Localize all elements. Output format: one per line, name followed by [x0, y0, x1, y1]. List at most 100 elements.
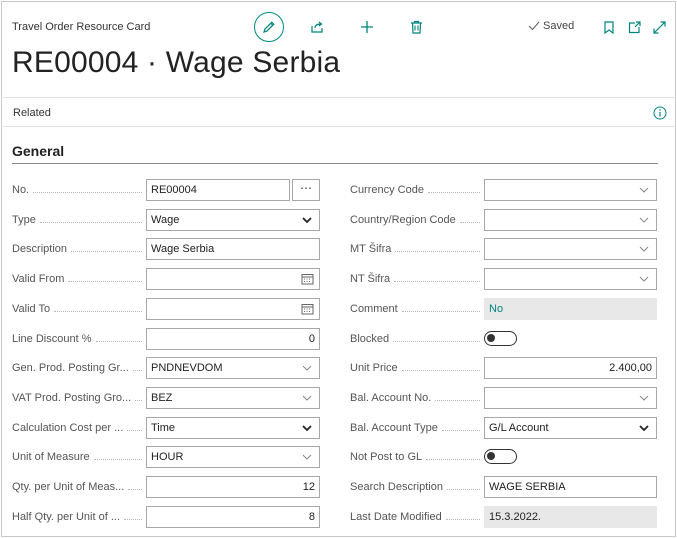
- field-label: Unit Price: [350, 357, 484, 379]
- plus-icon: [361, 21, 373, 33]
- chevron-down-icon: [302, 395, 312, 401]
- input-unit-of-measure[interactable]: HOUR: [146, 446, 320, 468]
- page-title: RE00004 · Wage Serbia: [12, 46, 341, 79]
- toggle-knob: [487, 334, 495, 342]
- input-valid-from[interactable]: [146, 268, 320, 290]
- field-country-region-code: Country/Region Code: [350, 209, 657, 231]
- toggle-not-post-to-gl[interactable]: [484, 449, 517, 464]
- related-bar[interactable]: Related: [3, 97, 676, 127]
- card-type-label: Travel Order Resource Card: [12, 21, 151, 33]
- input-mt-ifra[interactable]: [484, 238, 657, 260]
- field-not-post-to-gl: Not Post to GL: [350, 446, 657, 468]
- field-label: Calculation Cost per ...: [12, 417, 146, 439]
- leader-dots: [33, 191, 142, 193]
- field-vat-prod-posting-gro: VAT Prod. Posting Gro... BEZ: [12, 387, 320, 409]
- field-nt-ifra: NT Šifra: [350, 268, 657, 290]
- field-label-text: Description: [12, 243, 68, 255]
- field-value: Wage Serbia: [151, 243, 215, 255]
- field-value: Wage: [151, 214, 180, 226]
- chevron-down-icon: [302, 365, 312, 371]
- field-label-text: Currency Code: [350, 184, 424, 196]
- leader-dots: [459, 221, 480, 223]
- chevron-down-icon: [302, 217, 312, 224]
- input-bal-account-type[interactable]: G/L Account: [484, 417, 657, 439]
- info-icon[interactable]: [653, 106, 667, 120]
- input-search-description[interactable]: WAGE SERBIA: [484, 476, 657, 498]
- field-label-text: Half Qty. per Unit of ...: [12, 511, 120, 523]
- input-no[interactable]: RE00004: [146, 179, 290, 201]
- field-label-text: Unit of Measure: [12, 451, 90, 463]
- field-value: Time: [151, 422, 176, 434]
- expand-icon: [652, 20, 666, 34]
- input-qty-per-unit-of-meas[interactable]: 12: [146, 476, 320, 498]
- leader-dots: [132, 369, 142, 371]
- field-value: PNDNEVDOM: [151, 362, 223, 374]
- field-last-date-modified: Last Date Modified 15.3.2022.: [350, 506, 657, 528]
- edit-button[interactable]: [254, 12, 284, 42]
- field-label: Blocked: [350, 328, 484, 350]
- leader-dots: [393, 340, 480, 342]
- field-unit-of-measure: Unit of Measure HOUR: [12, 446, 320, 468]
- field-bal-account-type: Bal. Account Type G/L Account: [350, 417, 657, 439]
- input-description[interactable]: Wage Serbia: [146, 238, 320, 260]
- field-label-text: Valid From: [12, 273, 65, 285]
- leader-dots: [435, 399, 480, 401]
- leader-dots: [124, 518, 142, 520]
- field-blocked: Blocked: [350, 328, 657, 350]
- input-vat-prod-posting-gro[interactable]: BEZ: [146, 387, 320, 409]
- input-valid-to[interactable]: [146, 298, 320, 320]
- field-mt-ifra: MT Šifra: [350, 238, 657, 260]
- field-search-description: Search Description WAGE SERBIA: [350, 476, 657, 498]
- input-half-qty-per-unit-of[interactable]: 8: [146, 506, 320, 528]
- field-label: Qty. per Unit of Meas...: [12, 476, 146, 498]
- leader-dots: [401, 369, 480, 371]
- input-calculation-cost-per[interactable]: Time: [146, 417, 320, 439]
- field-bal-account-no: Bal. Account No.: [350, 387, 657, 409]
- leader-dots: [128, 488, 142, 490]
- leader-dots: [445, 518, 480, 520]
- field-label: VAT Prod. Posting Gro...: [12, 387, 146, 409]
- field-label: Unit of Measure: [12, 446, 146, 468]
- input-bal-account-no[interactable]: [484, 387, 657, 409]
- input-line-discount[interactable]: 0: [146, 328, 320, 350]
- field-label: Last Date Modified: [350, 506, 484, 528]
- leader-dots: [401, 310, 480, 312]
- field-label: Bal. Account No.: [350, 387, 484, 409]
- leader-dots: [395, 250, 480, 252]
- new-button[interactable]: [357, 17, 377, 37]
- expand-button[interactable]: [650, 17, 668, 37]
- field-qty-per-unit-of-meas: Qty. per Unit of Meas... 12: [12, 476, 320, 498]
- input-country-region-code[interactable]: [484, 209, 657, 231]
- field-label: Search Description: [350, 476, 484, 498]
- field-label: Type: [12, 209, 146, 231]
- input-nt-ifra[interactable]: [484, 268, 657, 290]
- field-label: Gen. Prod. Posting Gr...: [12, 357, 146, 379]
- related-label[interactable]: Related: [13, 107, 51, 119]
- open-new-window-button[interactable]: [625, 17, 643, 37]
- share-icon: [311, 21, 323, 33]
- saved-label: Saved: [543, 20, 575, 32]
- field-label: Country/Region Code: [350, 209, 484, 231]
- input-currency-code[interactable]: [484, 179, 657, 201]
- input-unit-price[interactable]: 2.400,00: [484, 357, 657, 379]
- field-label: Description: [12, 238, 146, 260]
- field-label: Currency Code: [350, 179, 484, 201]
- chevron-down-icon: [639, 425, 649, 432]
- chevron-down-icon: [639, 187, 649, 193]
- bookmark-button[interactable]: [600, 17, 618, 37]
- section-title-general[interactable]: General: [12, 143, 64, 159]
- field-line-discount: Line Discount % 0: [12, 328, 320, 350]
- field-label-text: Search Description: [350, 481, 443, 493]
- field-label-text: Not Post to GL: [350, 451, 423, 463]
- field-label-text: Calculation Cost per ...: [12, 422, 124, 434]
- field-value: 0: [308, 333, 315, 345]
- field-label: Half Qty. per Unit of ...: [12, 506, 146, 528]
- delete-button[interactable]: [406, 17, 426, 37]
- leader-dots: [54, 310, 142, 312]
- assist-edit-button[interactable]: ⋯: [292, 179, 320, 201]
- field-calculation-cost-per: Calculation Cost per ... Time: [12, 417, 320, 439]
- toggle-blocked[interactable]: [484, 331, 517, 346]
- input-gen-prod-posting-gr[interactable]: PNDNEVDOM: [146, 357, 320, 379]
- input-type[interactable]: Wage: [146, 209, 320, 231]
- share-button[interactable]: [307, 17, 327, 37]
